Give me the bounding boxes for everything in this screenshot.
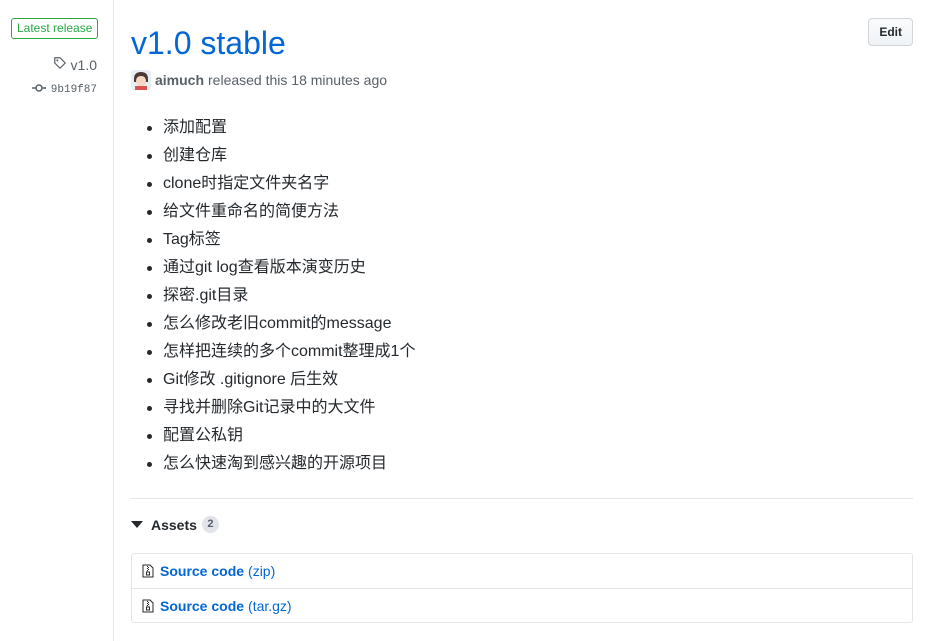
list-item: 创建仓库 bbox=[131, 142, 913, 170]
zip-icon bbox=[142, 564, 154, 578]
zip-icon bbox=[142, 599, 154, 613]
list-item: 添加配置 bbox=[131, 114, 913, 142]
list-item: 给文件重命名的简便方法 bbox=[131, 198, 913, 226]
release-notes: 添加配置 创建仓库 clone时指定文件夹名字 给文件重命名的简便方法 Tag标… bbox=[131, 114, 913, 478]
tag-name: v1.0 bbox=[70, 56, 97, 73]
commit-link[interactable]: 9b19f87 bbox=[31, 83, 97, 97]
release-title[interactable]: v1.0 stable bbox=[131, 24, 286, 62]
caret-down-icon bbox=[131, 521, 143, 528]
author-link[interactable]: aimuch bbox=[155, 72, 204, 88]
asset-row-targz[interactable]: Source code (tar.gz) bbox=[132, 588, 912, 622]
asset-extension[interactable]: (zip) bbox=[248, 563, 275, 579]
tag-icon bbox=[53, 56, 67, 73]
release-time: released this 18 minutes ago bbox=[208, 72, 388, 88]
latest-release-badge: Latest release bbox=[11, 18, 99, 39]
list-item: 寻找并删除Git记录中的大文件 bbox=[131, 394, 913, 422]
list-item: clone时指定文件夹名字 bbox=[131, 170, 913, 198]
assets-count-badge: 2 bbox=[201, 516, 219, 533]
commit-icon bbox=[31, 83, 46, 97]
list-item: 配置公私钥 bbox=[131, 422, 913, 450]
asset-row-zip[interactable]: Source code (zip) bbox=[132, 554, 912, 588]
list-item: 通过git log查看版本演变历史 bbox=[131, 254, 913, 282]
list-item: 探密.git目录 bbox=[131, 282, 913, 310]
commit-sha: 9b19f87 bbox=[50, 84, 97, 96]
divider bbox=[131, 498, 913, 499]
list-item: Tag标签 bbox=[131, 226, 913, 254]
asset-link[interactable]: Source code bbox=[160, 563, 244, 579]
asset-extension[interactable]: (tar.gz) bbox=[248, 598, 292, 614]
list-item: 怎么快速淘到感兴趣的开源项目 bbox=[131, 450, 913, 478]
asset-link[interactable]: Source code bbox=[160, 598, 244, 614]
avatar[interactable] bbox=[131, 70, 151, 90]
assets-toggle[interactable]: Assets 2 bbox=[131, 516, 219, 533]
edit-button[interactable]: Edit bbox=[868, 18, 913, 46]
list-item: Git修改 .gitignore 后生效 bbox=[131, 366, 913, 394]
release-meta: aimuch released this 18 minutes ago bbox=[131, 70, 387, 90]
list-item: 怎样把连续的多个commit整理成1个 bbox=[131, 338, 913, 366]
list-item: 怎么修改老旧commit的message bbox=[131, 310, 913, 338]
release-sidebar: Latest release v1.0 9b19f87 bbox=[0, 0, 114, 641]
tag-link[interactable]: v1.0 bbox=[53, 56, 97, 73]
assets-list: Source code (zip) Source code (tar.gz) bbox=[131, 553, 913, 623]
assets-label: Assets bbox=[151, 516, 197, 533]
